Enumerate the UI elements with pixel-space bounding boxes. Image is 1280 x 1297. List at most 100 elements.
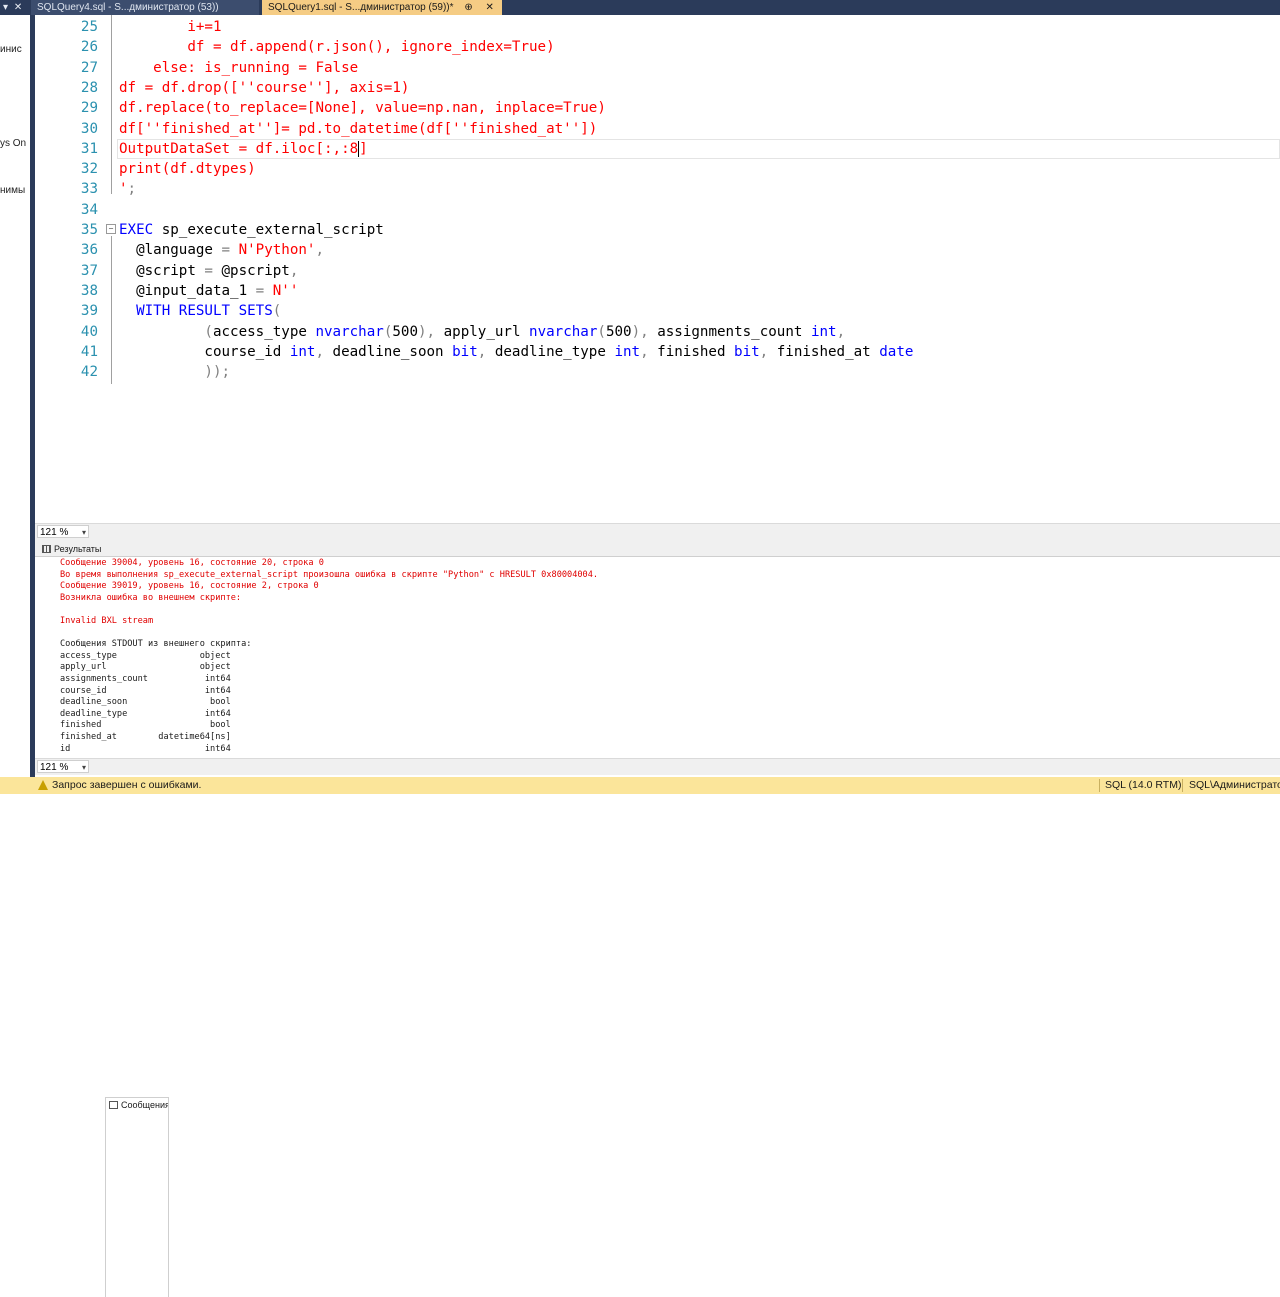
code-line[interactable]: 29 df.replace(to_replace=[None], value=np…	[35, 98, 1280, 118]
code-token: df[''finished_at'']= pd.to_datetime(df['…	[119, 120, 598, 137]
code-line[interactable]: 37 @script = @pscript,	[35, 261, 1280, 281]
code-line[interactable]: 40 (access_type nvarchar(500), apply_url…	[35, 322, 1280, 342]
object-explorer-panel: инис ys On нимы	[0, 15, 30, 780]
code-text: i+=1	[119, 17, 221, 37]
pin-icon[interactable]: ⊕	[464, 2, 472, 13]
line-number: 27	[80, 59, 98, 76]
code-token: nvarchar	[315, 323, 384, 340]
code-line[interactable]: 35− EXEC sp_execute_external_script	[35, 220, 1280, 240]
error-message-line: Во время выполнения sp_execute_external_…	[60, 569, 599, 580]
line-number: 25	[80, 19, 98, 35]
tab-messages[interactable]: Сообщения	[105, 1097, 169, 1297]
code-text: else: is_running = False	[119, 58, 358, 78]
code-token: 500	[392, 323, 418, 340]
explorer-node-fragment[interactable]: ys On	[0, 138, 26, 149]
code-token: date	[879, 343, 914, 360]
tab-label: SQLQuery4.sql - S...дминистратор (53))	[37, 2, 219, 13]
code-token: ,	[315, 343, 325, 360]
code-token: course_id	[119, 343, 290, 360]
tab-results[interactable]: Результаты	[39, 542, 103, 556]
line-number: 31	[80, 140, 98, 157]
results-tab-strip: Результаты Сообщения	[35, 540, 1280, 1297]
explorer-node-fragment[interactable]: нимы	[0, 185, 25, 196]
explorer-node-fragment[interactable]: инис	[0, 44, 22, 55]
zoom-value: 121 %	[40, 527, 69, 538]
code-text: @language = N'Python',	[119, 240, 324, 260]
line-number: 28	[80, 79, 98, 96]
code-line[interactable]: 30 df[''finished_at'']= pd.to_datetime(df…	[35, 119, 1280, 139]
code-token: ),	[631, 323, 649, 340]
editor-zoom-bar: 121 % ▾	[35, 523, 1280, 540]
code-line[interactable]: 25 i+=1	[35, 17, 1280, 37]
error-message-line: Сообщение 39019, уровень 16, состояние 2…	[60, 581, 319, 592]
fold-guide	[111, 236, 112, 385]
code-text: df[''finished_at'']= pd.to_datetime(df['…	[119, 119, 597, 139]
line-number: 26	[80, 39, 98, 56]
explorer-header-controls: ▾ ✕	[0, 0, 30, 15]
code-line[interactable]: 39 WITH RESULT SETS(	[35, 301, 1280, 321]
code-token: df = df.drop([''course''], axis=1)	[119, 79, 410, 96]
line-number: 30	[80, 120, 98, 137]
tab-sqlquery4[interactable]: SQLQuery4.sql - S...дминистратор (53))	[31, 0, 259, 15]
close-icon[interactable]: ✕	[14, 2, 22, 13]
code-line[interactable]: 31 OutputDataSet = df.iloc[:,:8]	[35, 138, 1280, 159]
code-text: ';	[119, 179, 136, 199]
code-text: OutputDataSet = df.iloc[:,:8]	[119, 139, 368, 159]
output-message-line: id int64	[60, 743, 231, 754]
code-token: @language	[119, 242, 222, 259]
code-text: df.replace(to_replace=[None], value=np.n…	[119, 98, 606, 118]
code-line[interactable]: 36 @language = N'Python',	[35, 240, 1280, 260]
code-line[interactable]: 42 ));	[35, 362, 1280, 382]
pin-dropdown-icon[interactable]: ▾	[3, 2, 8, 13]
code-token: @script	[119, 262, 205, 279]
code-token: df.replace(to_replace=[None], value=np.n…	[119, 100, 606, 117]
code-token: 500	[605, 323, 632, 340]
zoom-select[interactable]: 121 % ▾	[37, 760, 89, 773]
code-token: deadline_type	[486, 343, 615, 360]
tab-messages-label: Сообщения	[121, 1100, 169, 1110]
code-token: '	[119, 181, 128, 198]
messages-pane[interactable]: Сообщение 39004, уровень 16, состояние 2…	[35, 557, 1280, 757]
code-token: ;	[127, 181, 137, 198]
code-token: @input_data_1	[119, 282, 256, 299]
fold-toggle-icon[interactable]: −	[106, 224, 116, 234]
code-text: (access_type nvarchar(500), apply_url nv…	[119, 322, 845, 342]
code-line[interactable]: 27 else: is_running = False	[35, 58, 1280, 78]
code-token: bit	[734, 343, 760, 360]
code-line[interactable]: 26 df = df.append(r.json(), ignore_index…	[35, 37, 1280, 57]
code-text: @script = @pscript,	[119, 261, 298, 281]
sql-query-editor[interactable]: 25 i+=1 26 df = df.append(r.json(), ignor…	[35, 15, 1280, 523]
output-message-line: course_id int64	[60, 685, 231, 696]
code-line[interactable]: 32 print(df.dtypes)	[35, 159, 1280, 179]
error-message-line: Возникла ошибка во внешнем скрипте:	[60, 592, 242, 603]
code-token: ,	[836, 323, 846, 340]
line-number: 37	[80, 262, 98, 279]
status-message: Запрос завершен с ошибками.	[52, 779, 202, 791]
code-text: print(df.dtypes)	[119, 159, 256, 179]
code-line[interactable]: 41 course_id int, deadline_soon bit, dea…	[35, 342, 1280, 362]
code-text: course_id int, deadline_soon bit, deadli…	[119, 342, 913, 362]
line-number: 40	[80, 323, 98, 340]
chevron-down-icon: ▾	[81, 763, 86, 772]
code-token: nvarchar	[529, 323, 598, 340]
line-number: 38	[80, 282, 98, 299]
code-token: =	[204, 262, 213, 279]
code-line[interactable]: 33 ';	[35, 179, 1280, 199]
code-text: @input_data_1 = N''	[119, 281, 298, 301]
code-token: ,	[759, 343, 769, 360]
code-token: finished_at	[768, 343, 880, 360]
code-token: else: is_running = False	[119, 59, 359, 76]
code-token: bit	[452, 343, 478, 360]
code-token: ,	[289, 262, 299, 279]
code-line[interactable]: 28 df = df.drop([''course''], axis=1)	[35, 78, 1280, 98]
code-token: int	[289, 343, 316, 360]
chevron-down-icon: ▾	[81, 528, 86, 537]
output-message-line: Сообщения STDOUT из внешнего скрипта:	[60, 639, 252, 650]
close-tab-icon[interactable]: ✕	[485, 2, 493, 13]
code-token: ));	[119, 364, 231, 381]
tab-sqlquery1[interactable]: SQLQuery1.sql - S...дминистратор (59))* …	[262, 0, 502, 15]
code-line[interactable]: 34	[35, 200, 1280, 220]
zoom-select[interactable]: 121 % ▾	[37, 525, 89, 538]
fold-guide	[111, 15, 112, 194]
code-line[interactable]: 38 @input_data_1 = N''	[35, 281, 1280, 301]
